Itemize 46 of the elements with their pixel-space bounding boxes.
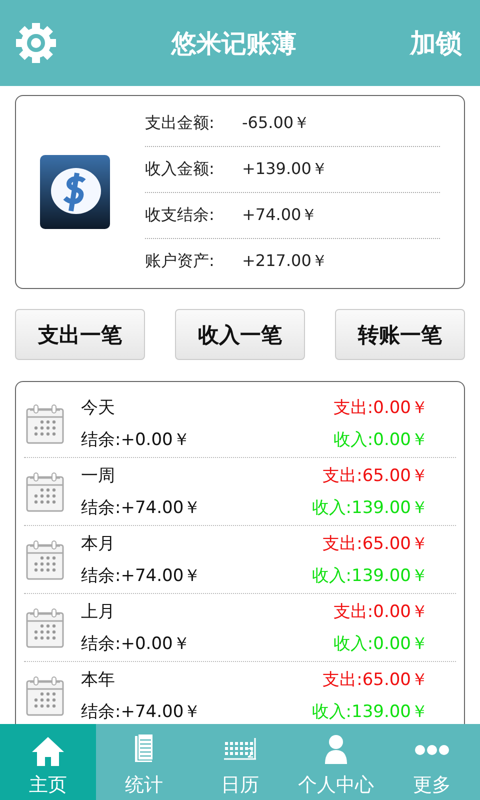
summary-label: 账户资产: xyxy=(145,250,216,272)
summary-value: -65.00￥ xyxy=(242,112,310,134)
calendar-icon xyxy=(26,676,64,716)
balance-text: 结余:+0.00￥ xyxy=(81,632,191,656)
balance-text: 结余:+74.00￥ xyxy=(81,564,202,588)
summary-value: +217.00￥ xyxy=(242,250,328,272)
period-name: 一周 xyxy=(81,464,116,488)
balance-text: 结余:+74.00￥ xyxy=(81,496,202,520)
balance-text: 结余:+0.00￥ xyxy=(81,428,191,452)
expense-text: 支出:65.00￥ xyxy=(322,532,428,556)
calendar-icon xyxy=(26,608,64,648)
action-button[interactable]: 支出一笔 xyxy=(15,309,145,360)
lock-button[interactable]: 加锁 xyxy=(410,26,462,60)
tab[interactable]: 主页 xyxy=(0,724,96,800)
summary-label: 收支结余: xyxy=(145,204,216,226)
period-name: 本年 xyxy=(81,668,116,692)
income-text: 收入:0.00￥ xyxy=(333,632,428,656)
settings-icon[interactable] xyxy=(14,21,58,65)
summary-label: 支出金额: xyxy=(145,112,216,134)
tab[interactable]: 更多 xyxy=(384,724,480,800)
calendar-icon xyxy=(26,472,64,512)
period-name: 本月 xyxy=(81,532,116,556)
action-button[interactable]: 收入一笔 xyxy=(175,309,305,360)
summary-value: +74.00￥ xyxy=(242,204,318,226)
period-name: 上月 xyxy=(81,600,116,624)
income-text: 收入:0.00￥ xyxy=(333,428,428,452)
summary-label: 收入金额: xyxy=(145,158,216,180)
income-text: 收入:139.00￥ xyxy=(312,496,428,520)
expense-text: 支出:65.00￥ xyxy=(322,464,428,488)
income-text: 收入:139.00￥ xyxy=(312,700,428,724)
summary-value: +139.00￥ xyxy=(242,158,328,180)
expense-text: 支出:0.00￥ xyxy=(333,396,428,420)
expense-text: 支出:65.00￥ xyxy=(322,668,428,692)
income-text: 收入:139.00￥ xyxy=(312,564,428,588)
tab[interactable]: 统计 xyxy=(96,724,192,800)
calendar-icon xyxy=(26,404,64,444)
more-icon xyxy=(415,745,449,755)
dollar-icon xyxy=(40,155,110,229)
tab[interactable]: 个人中心 xyxy=(288,724,384,800)
tab[interactable]: 日历 xyxy=(192,724,288,800)
balance-text: 结余:+74.00￥ xyxy=(81,700,202,724)
calendar-icon xyxy=(26,540,64,580)
period-name: 今天 xyxy=(81,396,116,420)
action-button[interactable]: 转账一笔 xyxy=(335,309,465,360)
app-title: 悠米记账薄 xyxy=(170,28,298,60)
expense-text: 支出:0.00￥ xyxy=(333,600,428,624)
